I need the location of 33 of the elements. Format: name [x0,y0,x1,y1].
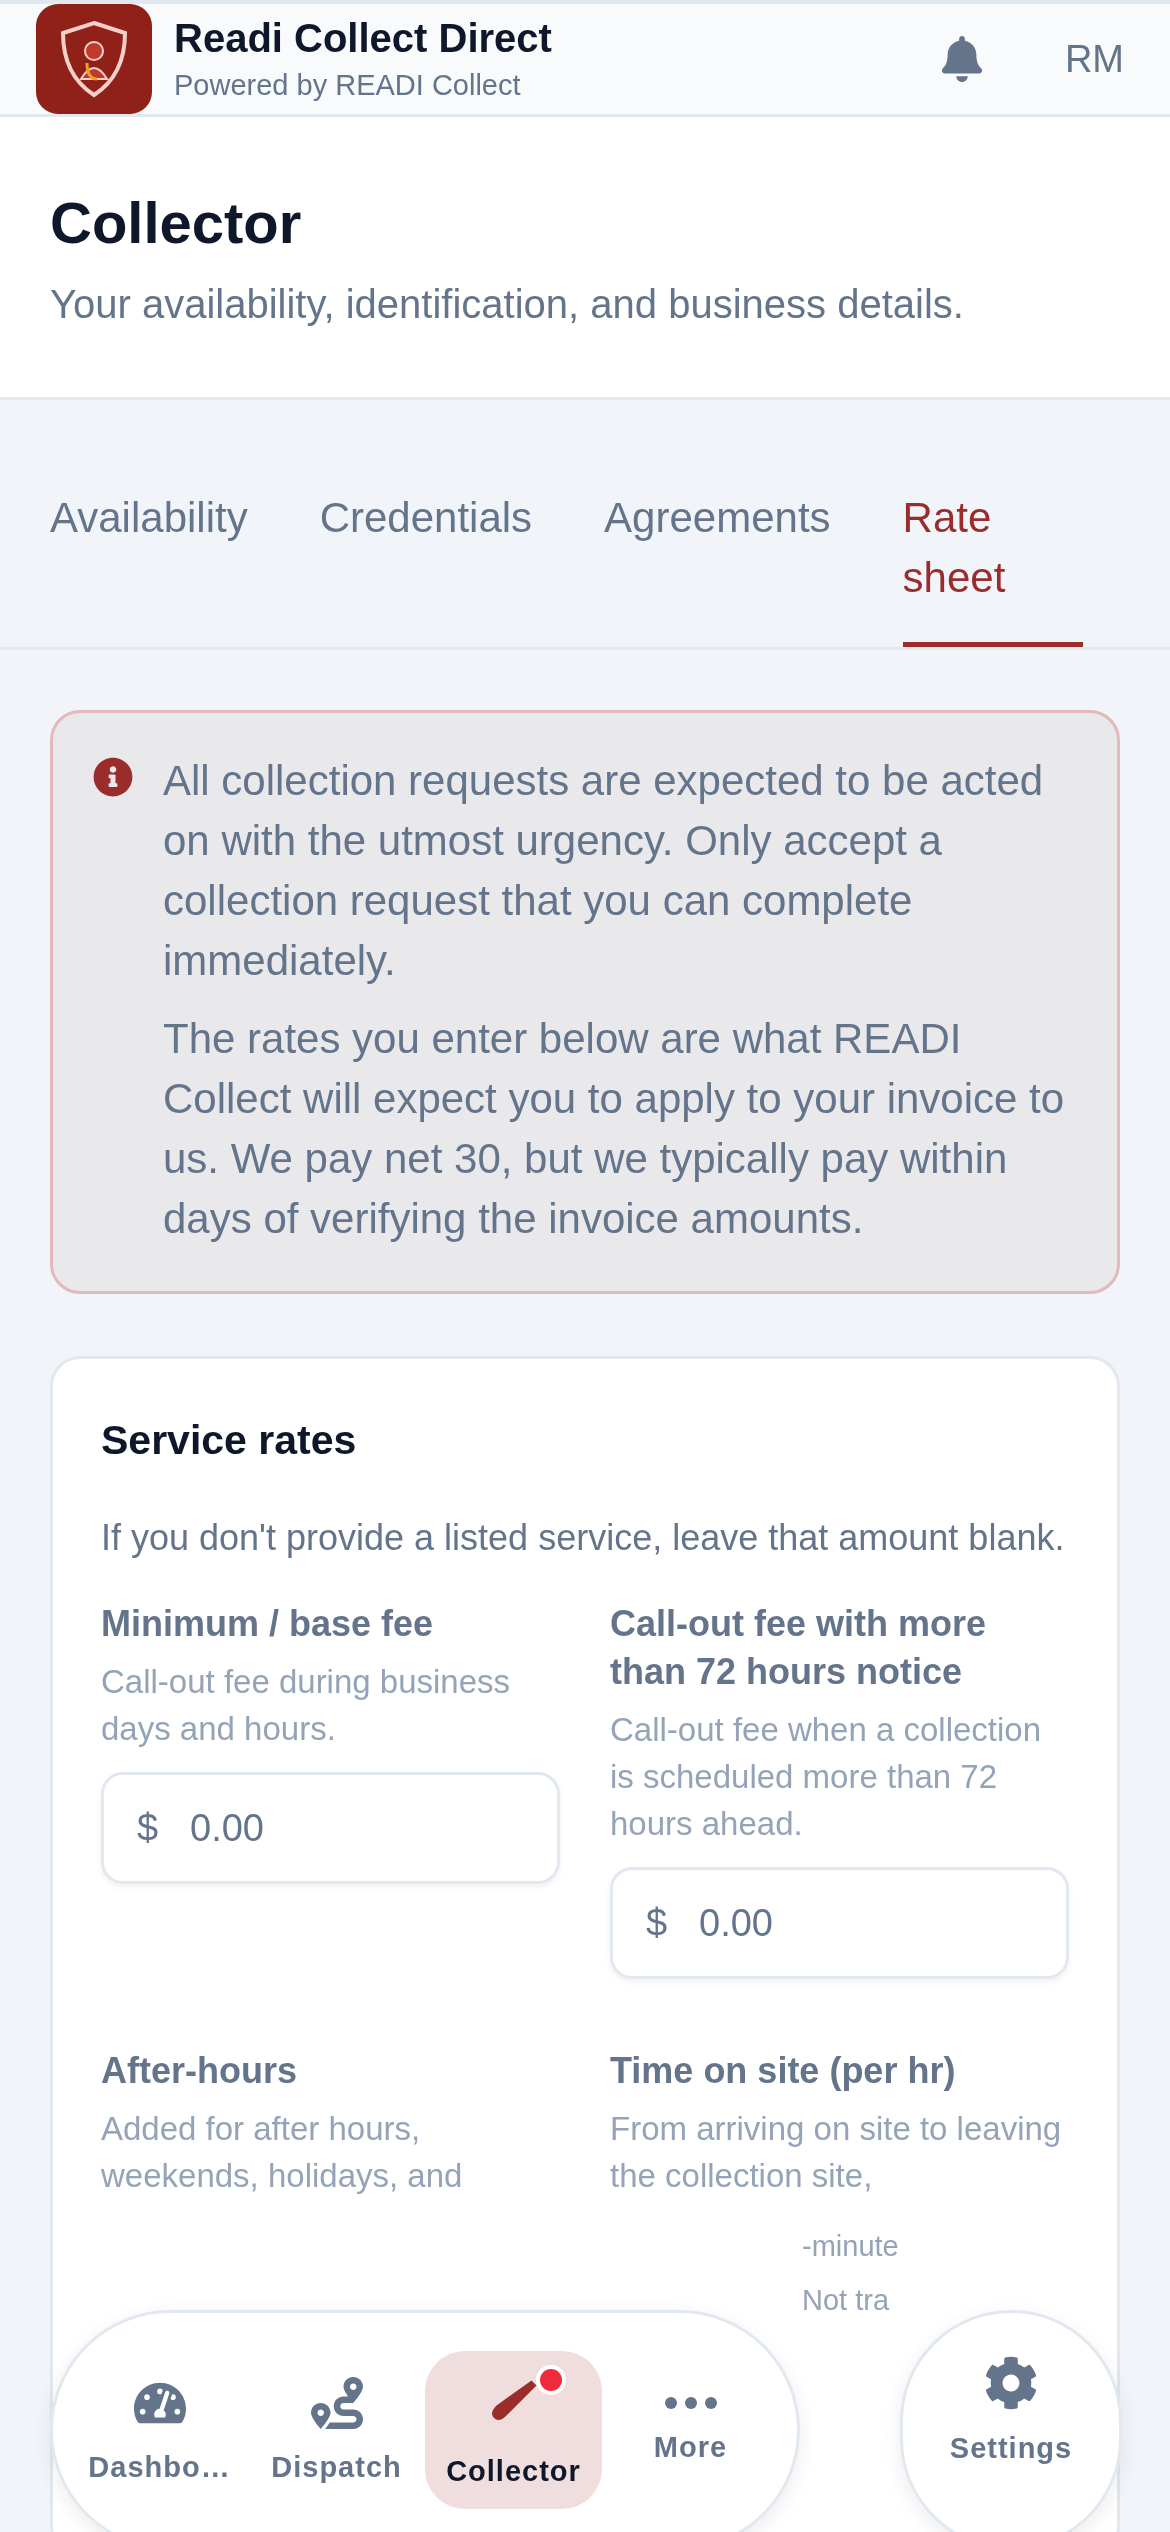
nav-item[interactable]: Dispatch [248,2351,425,2509]
card-note: If you don't provide a listed service, leave that amount blank. [101,1516,1066,1560]
nav-item[interactable]: Collector [425,2351,602,2509]
tab[interactable]: Availability [50,400,248,647]
field-label: After-hours [101,2049,298,2093]
page-title: Collector [50,189,303,256]
field-label: Call-out fee with more than 72 hours notice [610,1602,988,1694]
nav-item[interactable]: More [602,2351,779,2509]
field-description: Not tra [802,2283,890,2318]
notice-text: The rates you enter below are what READI Collect will expect you to apply to your invoice to us. We pay net 30, but we typically pay within days of verifying the invoice amounts. [163,1014,1066,1244]
field-label: Minimum / base fee [101,1602,435,1646]
notice-text: All collection requests are expected to be acted on with the utmost urgency. Only accept a collection request that you can complete immediately. [163,756,1045,986]
field-description: Added for after hours, weekends, holidays, and [101,2109,464,2196]
tab[interactable]: Credentials [319,400,533,647]
field-description: Call-out fee during business days and hours. [101,1662,512,1749]
more-icon [664,2396,717,2409]
route-icon [310,2376,363,2429]
currency-symbol: $ [137,1806,159,1850]
field-description: -minute [802,2229,899,2264]
field-description: From arriving on site to leaving the collection site, [610,2109,1063,2196]
app-title: Readi Collect Direct [174,16,553,61]
card-title: Service rates [101,1417,358,1464]
nav-item[interactable]: Dashbo… [71,2351,248,2509]
info-icon [93,757,133,797]
settings-icon [984,2356,1038,2410]
currency-symbol: $ [646,1901,668,1945]
page-subtitle: Your availability, identification, and business details. [50,282,965,327]
tab[interactable]: Agreements [604,400,831,647]
field-label: Time on site (per hr) [610,2049,957,2093]
field-description: Call-out fee when a collection is scheduled more than 72 hours ahead. [610,1710,1043,1844]
user-avatar[interactable]: RM [1064,37,1124,81]
tab[interactable]: Rate sheet [902,400,1083,647]
app-subtitle: Powered by READI Collect [174,69,522,102]
